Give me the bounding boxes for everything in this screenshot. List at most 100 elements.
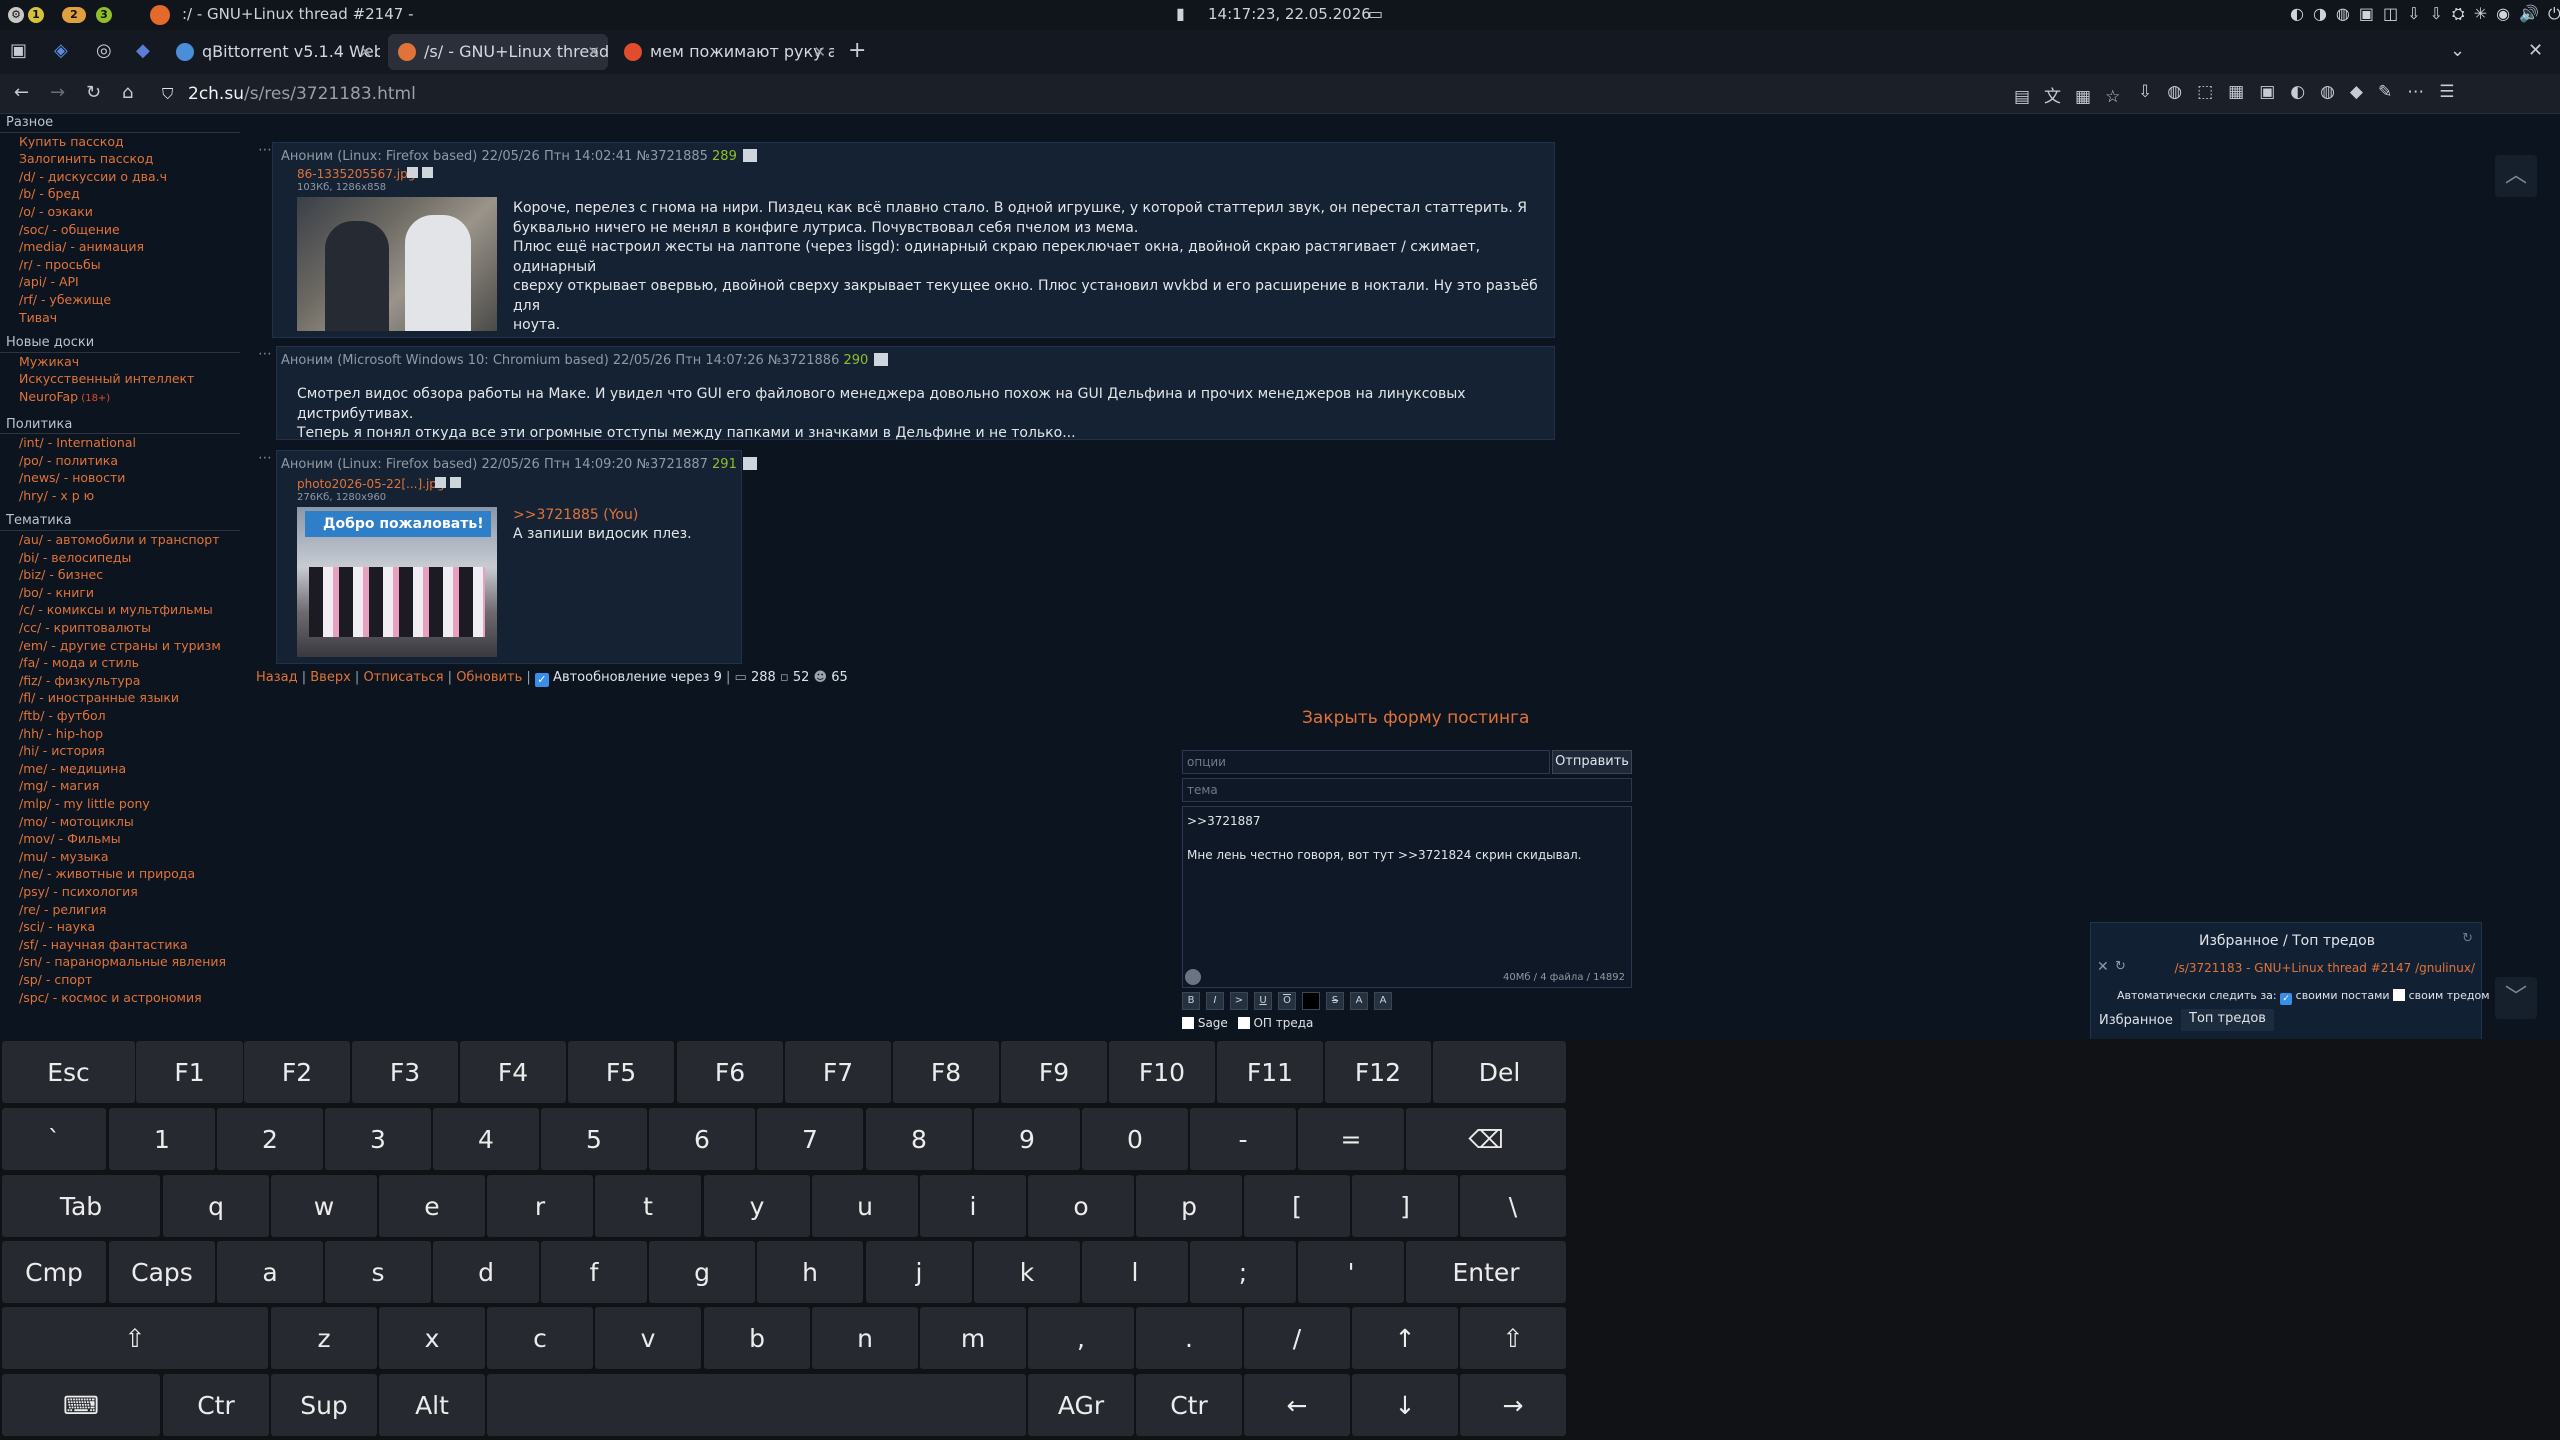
key-f12[interactable]: F12 [1325, 1041, 1431, 1103]
key-sup[interactable]: Sup [271, 1374, 377, 1436]
key-space[interactable] [487, 1374, 1026, 1436]
sidebar-board-link[interactable]: /re/ - религия [0, 901, 245, 919]
file-link[interactable]: 86-1335205567.jpg [297, 167, 415, 181]
sidebar-board-link[interactable]: /cc/ - криптовалюты [0, 619, 245, 637]
key-f2[interactable]: F2 [244, 1041, 350, 1103]
key-del[interactable]: Del [1433, 1041, 1566, 1103]
sidebar-board-link[interactable]: /bo/ - книги [0, 584, 245, 602]
key-q[interactable]: q [163, 1175, 269, 1237]
tab-favorites[interactable]: Избранное [2099, 1013, 2173, 1028]
sidebar-toggle-icon[interactable]: ▣ [10, 40, 27, 61]
key-symbol[interactable]: ↑ [1352, 1307, 1458, 1369]
key-symbol[interactable]: → [1460, 1374, 1566, 1436]
key-0[interactable]: 0 [1082, 1108, 1188, 1170]
url-field[interactable]: ⛉ 2ch.su/s/res/3721183.html [150, 80, 1980, 108]
close-window-icon[interactable]: ✕ [2528, 40, 2543, 61]
sidebar-board-link[interactable]: /fiz/ - физкультура [0, 672, 245, 690]
workspace-1[interactable]: 1 [28, 7, 44, 23]
scroll-up-button[interactable]: ︿ [2495, 155, 2537, 197]
forward-icon[interactable]: → [50, 82, 65, 103]
key-v[interactable]: v [595, 1307, 701, 1369]
sidebar-board-link[interactable]: Залогинить пасскод [0, 150, 245, 168]
bold-button[interactable]: B [1182, 992, 1200, 1010]
key-symbol[interactable]: ` [2, 1108, 106, 1170]
tray-icons[interactable]: ◐◑◍▣◫⇩⇩⛭✳◉🔊⏻ [2290, 4, 2560, 24]
tab-qbittorrent[interactable]: qBittorrent v5.1.4 WebU ✕ [166, 34, 380, 70]
close-posting-form-link[interactable]: Закрыть форму постинга [1302, 708, 1529, 728]
sidebar-board-link[interactable]: /c/ - комиксы и мультфильмы [0, 601, 245, 619]
key-ctr[interactable]: Ctr [1136, 1374, 1242, 1436]
key-o[interactable]: o [1028, 1175, 1134, 1237]
key-z[interactable]: z [271, 1307, 377, 1369]
refresh-icon[interactable]: ↻ [2115, 959, 2126, 974]
attach-file-icon[interactable] [1185, 969, 1201, 985]
key-symbol[interactable]: [ [1244, 1175, 1350, 1237]
sidebar-board-link[interactable]: /r/ - просьбы [0, 256, 245, 274]
tab-2ch[interactable]: /s/ - GNU+Linux thread # ✕ [388, 34, 608, 70]
sidebar-board-link[interactable]: /po/ - политика [0, 452, 245, 470]
key-i[interactable]: i [920, 1175, 1026, 1237]
key-n[interactable]: n [812, 1307, 918, 1369]
key-symbol[interactable]: ⇧ [1460, 1307, 1566, 1369]
key-l[interactable]: l [1082, 1241, 1188, 1303]
sidebar-board-link[interactable]: /biz/ - бизнес [0, 566, 245, 584]
play-icon[interactable] [742, 457, 757, 470]
sidebar-board-link[interactable]: /int/ - International [0, 434, 245, 452]
sidebar-board-link[interactable]: /bi/ - велосипеды [0, 549, 245, 567]
sidebar-board-link[interactable]: /ftb/ - футбол [0, 707, 245, 725]
sidebar-board-link[interactable]: /sn/ - паранормальные явления [0, 953, 245, 971]
close-icon[interactable]: ✕ [359, 34, 372, 70]
tab-meme-search[interactable]: мем пожимают руку at ✕ [614, 34, 834, 70]
key-m[interactable]: m [920, 1307, 1026, 1369]
key-p[interactable]: p [1136, 1175, 1242, 1237]
send-button[interactable]: Отправить [1552, 750, 1632, 774]
key-2[interactable]: 2 [217, 1108, 323, 1170]
key-f3[interactable]: F3 [352, 1041, 458, 1103]
file-link[interactable]: photo2026-05-22[...].jpg [297, 477, 445, 491]
key-g[interactable]: g [649, 1241, 755, 1303]
key-y[interactable]: y [704, 1175, 810, 1237]
key-alt[interactable]: Alt [379, 1374, 485, 1436]
underline-button[interactable]: U [1254, 992, 1272, 1010]
key-c[interactable]: c [487, 1307, 593, 1369]
back-icon[interactable]: ← [14, 82, 29, 103]
key-f[interactable]: f [541, 1241, 647, 1303]
key-f9[interactable]: F9 [1001, 1041, 1107, 1103]
key-symbol[interactable]: ↓ [1352, 1374, 1458, 1436]
play-icon[interactable] [742, 149, 757, 162]
sidebar-board-link[interactable]: /fl/ - иностранные языки [0, 689, 245, 707]
play-icon[interactable] [874, 353, 889, 366]
sidebar-board-link[interactable]: /sci/ - наука [0, 918, 245, 936]
post-image-thumbnail[interactable] [297, 197, 497, 331]
key-8[interactable]: 8 [866, 1108, 972, 1170]
sidebar-board-link[interactable]: /rf/ - убежище [0, 291, 245, 309]
subscript-button[interactable]: A [1374, 992, 1392, 1010]
key-t[interactable]: t [595, 1175, 701, 1237]
key-symbol[interactable]: = [1298, 1108, 1404, 1170]
spoiler-button[interactable] [1302, 992, 1320, 1010]
search-image-icon[interactable] [407, 167, 418, 178]
key-4[interactable]: 4 [433, 1108, 539, 1170]
key-cmp[interactable]: Cmp [2, 1241, 106, 1303]
tab-top-threads[interactable]: Топ тредов [2181, 1009, 2274, 1031]
sidebar-board-link[interactable]: /hi/ - история [0, 742, 245, 760]
key-h[interactable]: h [757, 1241, 863, 1303]
refresh-link[interactable]: Обновить [456, 670, 522, 685]
key-e[interactable]: e [379, 1175, 485, 1237]
quote-button[interactable]: > [1230, 992, 1248, 1010]
sidebar-board-link[interactable]: /me/ - медицина [0, 760, 245, 778]
sidebar-board-link[interactable]: /mo/ - мотоциклы [0, 813, 245, 831]
sidebar-board-link[interactable]: Купить пасскод [0, 133, 245, 151]
key-tab[interactable]: Tab [2, 1175, 160, 1237]
shield-icon[interactable]: ⛉ [162, 80, 173, 108]
key-9[interactable]: 9 [974, 1108, 1080, 1170]
key-symbol[interactable]: ] [1352, 1175, 1458, 1237]
sidebar-board-link[interactable]: /sp/ - спорт [0, 971, 245, 989]
key-x[interactable]: x [379, 1307, 485, 1369]
key-f7[interactable]: F7 [785, 1041, 891, 1103]
key-f4[interactable]: F4 [460, 1041, 566, 1103]
overline-button[interactable]: O [1278, 992, 1296, 1010]
key-caps[interactable]: Caps [109, 1241, 215, 1303]
key-j[interactable]: j [866, 1241, 972, 1303]
sidebar-board-link[interactable]: /hh/ - hip-hop [0, 725, 245, 743]
